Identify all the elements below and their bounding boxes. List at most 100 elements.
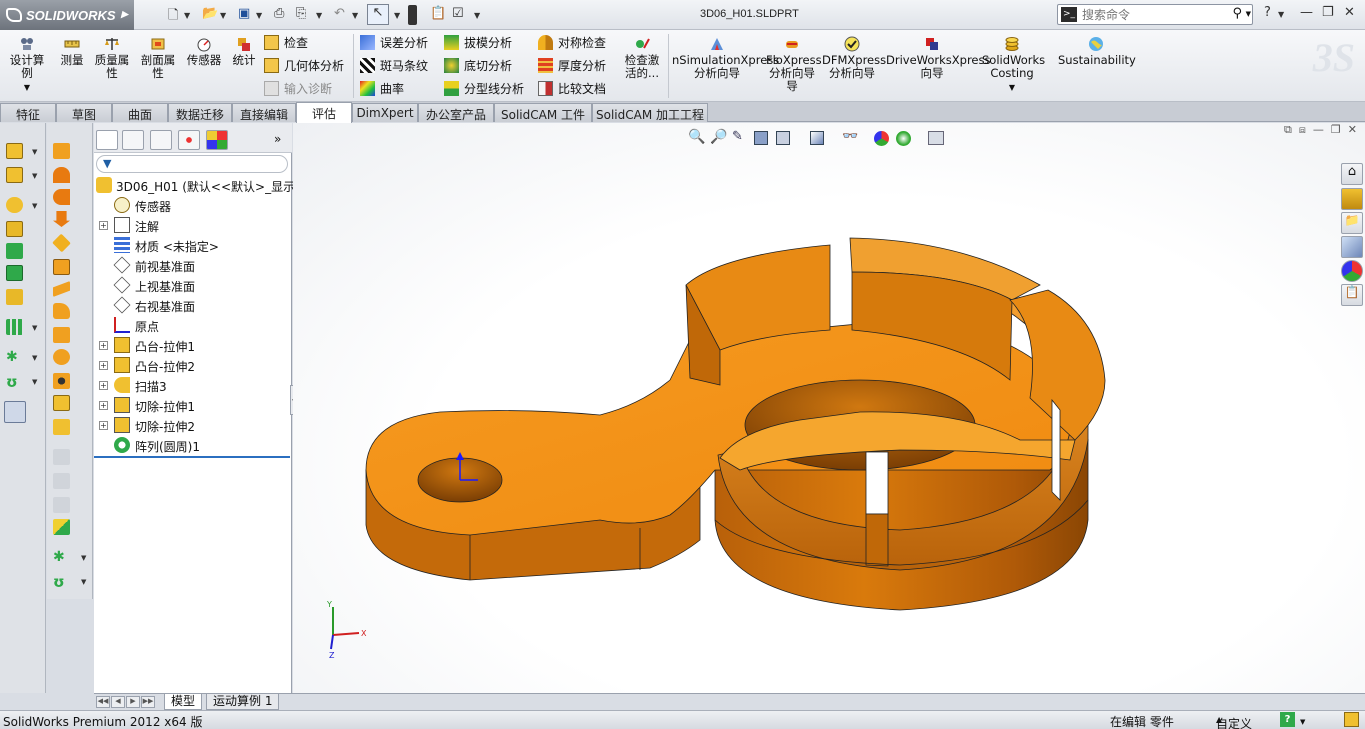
tab-office-products[interactable]: 办公室产品 bbox=[418, 103, 494, 122]
tree-item[interactable]: + 凸台-拉伸1 bbox=[94, 336, 292, 356]
search-input[interactable] bbox=[1082, 7, 1227, 22]
thickness-analysis-button[interactable]: 厚度分析 bbox=[538, 57, 606, 77]
chevron-down-icon[interactable]: ▼ bbox=[81, 578, 86, 586]
chevron-down-icon[interactable]: ▼ bbox=[316, 11, 322, 29]
lofted-cut-icon[interactable] bbox=[53, 281, 70, 297]
chamfer-icon[interactable] bbox=[6, 221, 23, 237]
expand-plus-icon[interactable]: + bbox=[99, 361, 108, 370]
reference-geometry-icon[interactable]: ✱ bbox=[6, 349, 23, 365]
rib-icon[interactable] bbox=[6, 265, 23, 281]
parting-line-analysis-button[interactable]: 分型线分析 bbox=[444, 80, 524, 100]
tree-item[interactable]: 原点 bbox=[94, 316, 292, 336]
tree-item[interactable]: 传感器 bbox=[94, 196, 292, 216]
solidworks-logo[interactable]: SOLIDWORKS ▶ bbox=[0, 0, 134, 30]
tree-item[interactable]: 阵列(圆周)1 bbox=[94, 436, 292, 456]
open-folder-icon[interactable]: 📂 bbox=[202, 6, 218, 24]
chevron-down-icon[interactable]: ▼ bbox=[1300, 718, 1305, 726]
print-preview-icon[interactable]: ⎘ bbox=[296, 6, 306, 24]
chevron-down-icon[interactable]: ▼ bbox=[184, 11, 190, 29]
new-document-icon[interactable]: 🗋 bbox=[168, 6, 178, 24]
chevron-down-icon[interactable]: ▼ bbox=[1246, 10, 1251, 18]
chevron-down-icon[interactable]: ▼ bbox=[474, 11, 480, 29]
lofted-boss-icon[interactable] bbox=[53, 189, 70, 205]
flex-icon[interactable] bbox=[53, 419, 70, 435]
sensor-button[interactable]: 传感器 bbox=[184, 36, 224, 67]
solidworks-resources-icon[interactable]: ⌂ bbox=[1341, 163, 1363, 185]
undercut-analysis-button[interactable]: 底切分析 bbox=[444, 57, 512, 77]
boundary-boss-icon[interactable] bbox=[53, 143, 70, 159]
chevron-down-icon[interactable]: ▼ bbox=[1278, 10, 1284, 19]
appearances-scenes-icon[interactable] bbox=[1341, 260, 1363, 282]
chevron-down-icon[interactable]: ▼ bbox=[256, 11, 262, 29]
swept-boss-icon[interactable] bbox=[53, 167, 70, 183]
shell-icon[interactable] bbox=[6, 243, 23, 259]
tab-dimxpert[interactable]: DimXpert bbox=[352, 103, 418, 122]
dimxpertmanager-tab-icon[interactable] bbox=[178, 130, 200, 150]
tree-item[interactable]: 前视基准面 bbox=[94, 256, 292, 276]
tree-root-part[interactable]: 3D06_H01 (默认<<默认>_显示 bbox=[94, 176, 295, 196]
simulationxpress-button[interactable]: nSimulationXpress 分析向导 bbox=[672, 36, 779, 80]
chevron-down-icon[interactable]: ▼ bbox=[32, 172, 37, 180]
tree-item[interactable]: + 切除-拉伸1 bbox=[94, 396, 292, 416]
expand-plus-icon[interactable]: + bbox=[99, 401, 108, 410]
help-button[interactable]: ? bbox=[1264, 5, 1271, 20]
undo-icon[interactable]: ↶ bbox=[334, 6, 345, 24]
extrude-boss-icon[interactable] bbox=[6, 143, 23, 159]
next-tab-icon[interactable]: ▶ bbox=[126, 696, 140, 708]
chevron-down-icon[interactable]: ▼ bbox=[32, 324, 37, 332]
revolved-cut-icon[interactable] bbox=[52, 233, 71, 253]
tree-item[interactable]: + 切除-拉伸2 bbox=[94, 416, 292, 436]
mass-properties-button[interactable]: 质量属性 bbox=[92, 36, 132, 80]
tab-surfaces[interactable]: 曲面 bbox=[112, 103, 168, 122]
delete-face-icon[interactable] bbox=[53, 473, 70, 489]
extruded-cut-icon[interactable] bbox=[53, 211, 70, 227]
propertymanager-tab-icon[interactable] bbox=[122, 130, 144, 150]
tree-item[interactable]: 材质 <未指定> bbox=[94, 236, 292, 256]
tree-item[interactable]: + 凸台-拉伸2 bbox=[94, 356, 292, 376]
print-icon[interactable]: ⎙ bbox=[274, 6, 284, 24]
replace-face-icon[interactable] bbox=[53, 497, 70, 513]
custom-properties-icon[interactable]: 📋 bbox=[1341, 284, 1363, 306]
draft-icon[interactable] bbox=[53, 327, 70, 343]
tab-solidcam-machining[interactable]: SolidCAM 加工工程 bbox=[592, 103, 708, 122]
chevron-down-icon[interactable]: ▼ bbox=[32, 354, 37, 362]
swept-cut-icon[interactable] bbox=[53, 259, 70, 275]
boundary-cut-icon[interactable] bbox=[53, 303, 70, 319]
rebuild-status-icon[interactable] bbox=[1344, 712, 1359, 727]
section-properties-button[interactable]: 剖面属性 bbox=[138, 36, 178, 80]
curves-icon[interactable]: ʊ bbox=[6, 373, 23, 391]
compare-documents-button[interactable]: 比较文档 bbox=[538, 80, 606, 100]
part-model-render[interactable] bbox=[293, 123, 1365, 693]
chevron-down-icon[interactable]: ▼ bbox=[220, 11, 226, 29]
dome-icon[interactable] bbox=[53, 373, 70, 389]
revolve-boss-icon[interactable] bbox=[6, 167, 23, 183]
measure-button[interactable]: 测量 bbox=[58, 36, 86, 67]
expand-plus-icon[interactable]: + bbox=[99, 221, 108, 230]
close-icon[interactable]: ✕ bbox=[1344, 5, 1355, 20]
tree-filter[interactable]: ▼ bbox=[96, 155, 288, 173]
zebra-stripes-button[interactable]: 斑马条纹 bbox=[360, 57, 428, 77]
restore-icon[interactable]: ❐ bbox=[1322, 5, 1334, 20]
options-icon[interactable]: ☑ bbox=[452, 6, 464, 24]
featuremanager-tab-icon[interactable] bbox=[96, 130, 118, 150]
linear-pattern-icon[interactable] bbox=[6, 319, 23, 335]
deviation-analysis-button[interactable]: 误差分析 bbox=[360, 34, 428, 54]
curvature-button[interactable]: 曲率 bbox=[360, 80, 404, 100]
tree-item[interactable]: + 注解 bbox=[94, 216, 292, 236]
view-palette-icon[interactable] bbox=[1341, 236, 1363, 258]
chevron-down-icon[interactable]: ▼ bbox=[32, 148, 37, 156]
move-face-icon[interactable] bbox=[53, 449, 70, 465]
intersect-icon[interactable] bbox=[53, 349, 70, 365]
hole-wizard-icon[interactable] bbox=[6, 289, 23, 305]
design-study-button[interactable]: 设计算例 ▼ bbox=[8, 36, 46, 94]
import-diagnostics-button[interactable]: 输入诊断 bbox=[264, 80, 332, 100]
configurationmanager-tab-icon[interactable] bbox=[150, 130, 172, 150]
check-button[interactable]: 检查 bbox=[264, 34, 308, 54]
help-icon[interactable]: ? bbox=[1280, 712, 1295, 727]
select-pointer-icon[interactable]: ↖ bbox=[367, 4, 389, 25]
tab-model[interactable]: 模型 bbox=[164, 694, 203, 710]
rollback-bar[interactable] bbox=[94, 456, 290, 458]
costing-button[interactable]: SolidWorks Costing ▼ bbox=[982, 36, 1045, 94]
tab-features[interactable]: 特征 bbox=[0, 103, 56, 122]
chevron-down-icon[interactable]: ▼ bbox=[394, 11, 400, 29]
